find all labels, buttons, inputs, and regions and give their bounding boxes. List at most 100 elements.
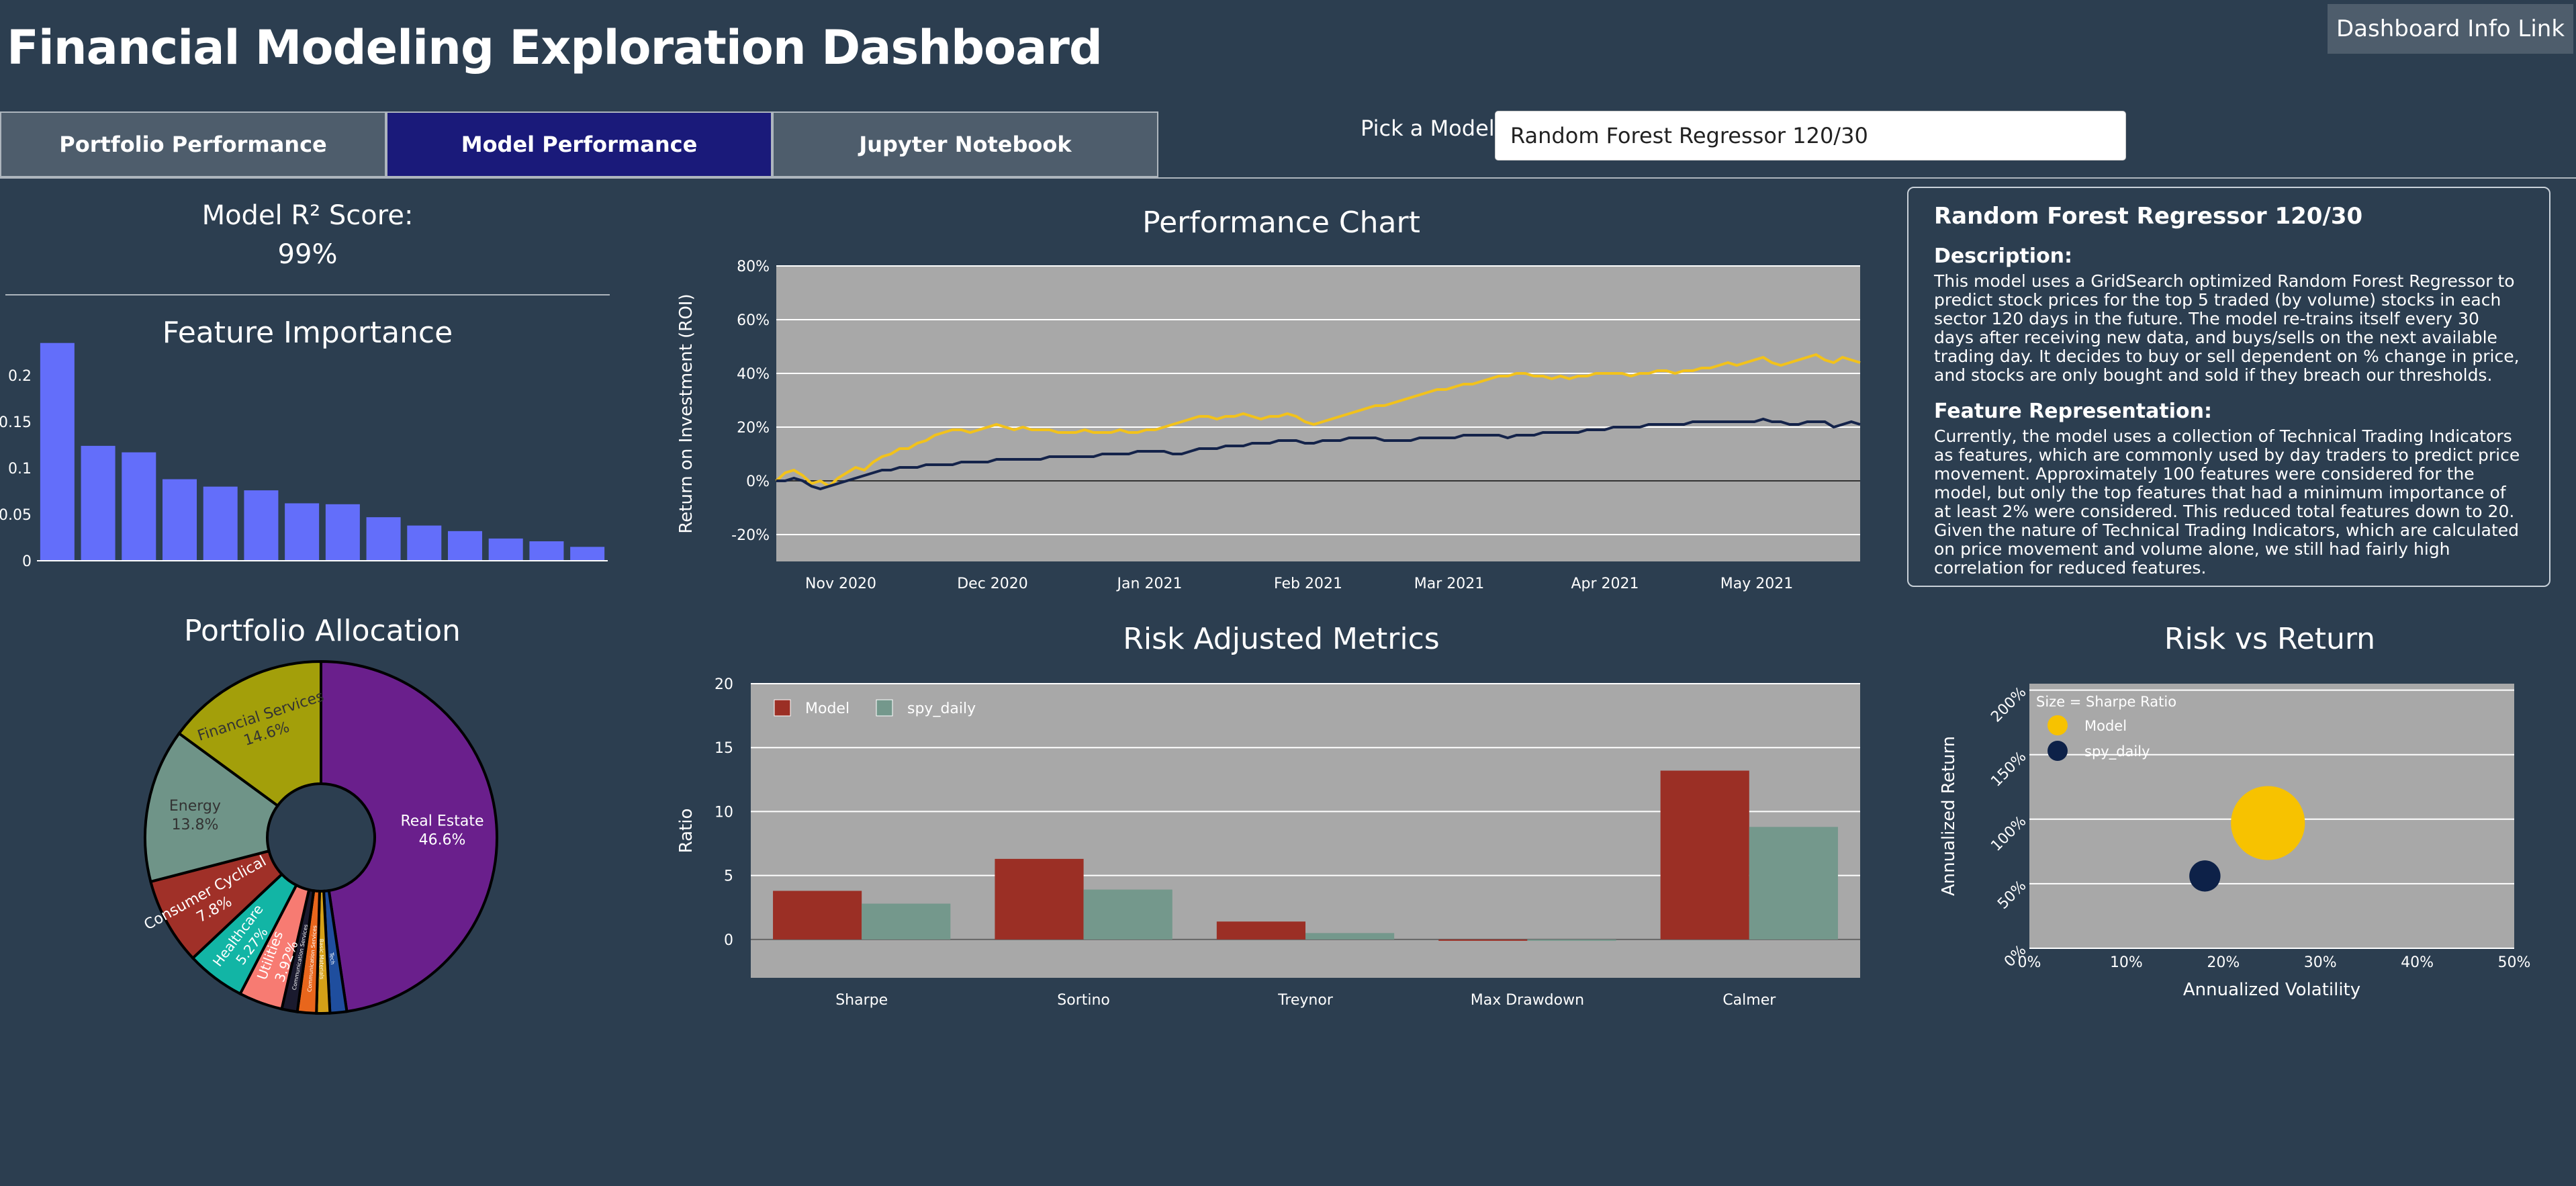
legend-label: spy_daily [907,700,976,717]
pie-value-label: 13.8% [171,817,218,833]
model-select-value: Random Forest Regressor 120/30 [1510,123,1868,148]
feature-bar [488,538,523,561]
y-tick-label: 15 [715,740,733,757]
x-tick-label: May 2021 [1720,576,1793,592]
legend-label: spy_daily [2084,743,2150,760]
y-tick-label: 50% [1994,878,2029,913]
y-tick-label: 80% [737,259,770,275]
legend-marker [2048,715,2068,735]
tab-portfolio-performance[interactable]: Portfolio Performance [0,111,386,177]
feature-bar [203,486,238,561]
x-tick-label: Jan 2021 [1116,576,1183,592]
legend-marker [2048,741,2068,761]
pie-value-label: 46.6% [419,832,466,849]
metric-bar [1083,889,1172,940]
feature-representation-heading: Feature Representation: [1934,400,2212,423]
x-tick-label: Calmer [1722,992,1776,1009]
metric-bar [1438,939,1528,941]
y-tick-label: 0.1 [8,461,32,477]
y-tick-label: 0.05 [0,507,32,524]
pie-label: Energy [169,798,221,815]
page-title: Financial Modeling Exploration Dashboard [7,20,1103,75]
pie-label: Real Estate [400,813,484,830]
feature-bar [81,445,116,561]
feature-bar [570,547,605,561]
model-select[interactable]: Random Forest Regressor 120/30 [1495,111,2126,161]
metric-bar [1305,933,1395,940]
x-axis-label: Annualized Volatility [2183,980,2360,1000]
x-tick-label: Feb 2021 [1274,576,1342,592]
y-tick-label: -20% [731,527,770,544]
x-tick-label: 40% [2401,954,2434,971]
feature-bar [163,479,197,561]
portfolio-allocation-chart: Real Estate46.6%TechBasic MaterialsCommu… [142,659,499,1015]
model-description-panel: Random Forest Regressor 120/30 Descripti… [1907,187,2550,587]
pie-label: Tech [328,952,336,965]
metric-bar [862,903,951,940]
x-tick-label: Max Drawdown [1471,992,1584,1009]
y-tick-label: 10 [715,804,733,821]
x-tick-label: Nov 2020 [805,576,876,592]
x-tick-label: 10% [2110,954,2143,971]
feature-bar [407,525,442,561]
feature-importance-chart: 0 0.05 0.1 0.15 0.2 [0,343,608,570]
y-tick-label: 20 [715,676,733,693]
y-tick-label: 60% [737,312,770,329]
y-tick-label: 100% [1988,813,2029,855]
y-tick-label: 150% [1988,749,2029,790]
x-tick-label: 0% [2018,954,2041,971]
y-axis-label: Annualized Return [1939,736,1959,896]
risk-vs-return-chart: 200%150%100%50%0%0% 10% 20% 30% 40% 50%Annual… [1939,684,2530,1000]
y-tick-label: 5 [724,868,733,885]
y-axis-label: Ratio [676,809,696,854]
tab-model-performance[interactable]: Model Performance [386,111,772,177]
risk-vs-return-title: Risk vs Return [2164,622,2376,656]
legend-label: Model [805,700,849,717]
legend-title: Size = Sharpe Ratio [2036,694,2176,710]
legend-swatch [876,699,893,717]
y-tick-label: 0 [724,932,733,949]
y-axis-label-group: Return on Investment (ROI) [676,293,696,533]
feature-bar [122,452,156,561]
metric-bar [1527,939,1616,941]
divider [5,294,610,295]
dashboard-info-link[interactable]: Dashboard Info Link [2328,4,2573,54]
performance-chart: 80% 60% 40% 20% 0% -20% Nov 2020 Dec 2020 Jan 20… [676,259,1861,592]
metric-bar [773,891,862,940]
r2-score-title: Model R² Score: [201,200,414,231]
y-tick-label: 200% [1988,684,2029,725]
x-tick-label: 20% [2207,954,2240,971]
scatter-point [2189,860,2221,892]
x-tick-label: Dec 2020 [957,576,1028,592]
portfolio-allocation-title: Portfolio Allocation [184,614,461,648]
model-name-heading: Random Forest Regressor 120/30 [1934,203,2363,230]
tab-divider [0,177,2576,179]
tab-jupyter-notebook[interactable]: Jupyter Notebook [772,111,1158,177]
metric-bar [1660,770,1749,940]
y-tick-label: 20% [737,420,770,437]
x-tick-label: Treynor [1277,992,1334,1009]
feature-bar [366,517,401,561]
y-axis-label-group: Ratio [676,809,696,854]
feature-bar [529,541,564,561]
feature-representation-text: Currently, the model uses a collection o… [1934,426,2520,578]
x-tick-label: Mar 2021 [1414,576,1485,592]
feature-bar [40,343,75,561]
risk-adjusted-metrics-title: Risk Adjusted Metrics [1123,622,1440,656]
feature-bar [285,503,320,561]
pie-label-group: Tech [328,952,336,965]
performance-chart-title: Performance Chart [1142,206,1420,240]
feature-bar [244,490,279,561]
y-tick-label: 0 [22,553,32,570]
y-axis-label: Return on Investment (ROI) [676,293,696,533]
plot-background [776,266,1860,561]
metric-bar [995,858,1084,940]
description-heading: Description: [1934,244,2073,268]
y-tick-label: 0% [746,473,770,490]
metric-bar [1216,921,1305,940]
scatter-point [2231,786,2305,860]
legend-swatch [774,699,791,717]
r2-score-value: 99% [277,239,338,270]
feature-bar [325,504,360,561]
feature-bar [448,531,482,561]
